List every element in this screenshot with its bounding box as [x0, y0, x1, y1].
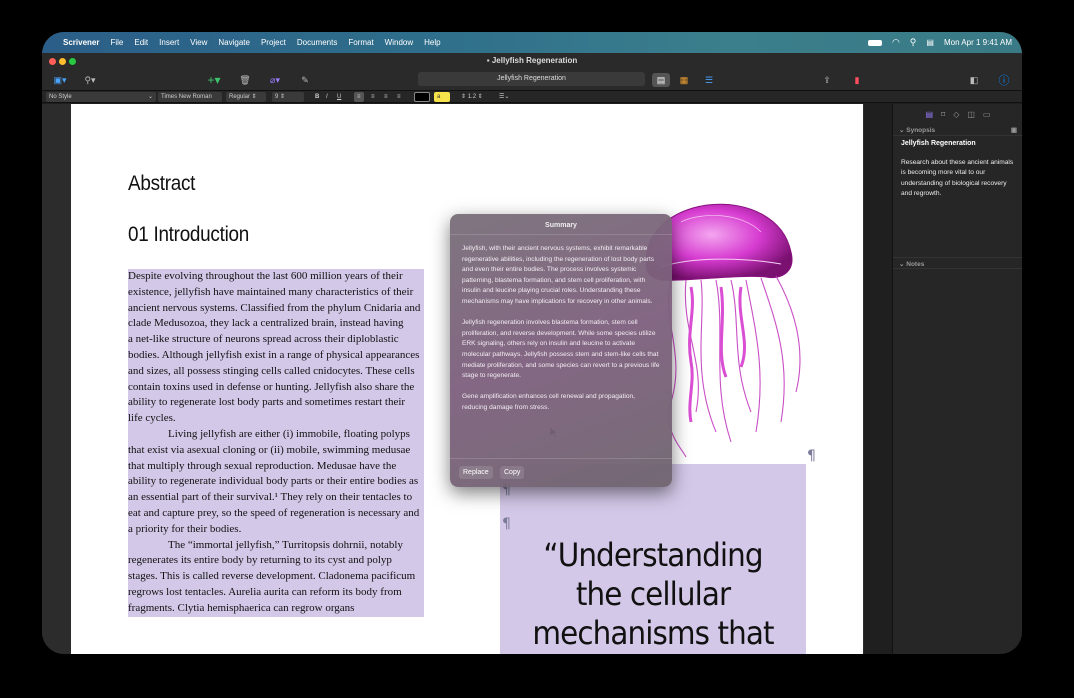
menubar: Scrivener File Edit Insert View Navigate… — [42, 32, 1022, 53]
line-spacing-select[interactable]: ⇕ 1.2 ⇕ — [458, 92, 486, 102]
quote-block[interactable]: “Understanding the cellular mechanisms t… — [500, 464, 806, 654]
pull-quote: “Understanding the cellular mechanisms t… — [532, 536, 774, 654]
menu-scrivener[interactable]: Scrivener — [63, 38, 99, 47]
image-toggle-icon[interactable]: ▣ — [1011, 126, 1017, 134]
text-color-swatch[interactable] — [414, 92, 430, 102]
menu-window[interactable]: Window — [385, 38, 413, 47]
menu-edit[interactable]: Edit — [134, 38, 148, 47]
bookmark-clip-icon[interactable]: ⌀▾ — [264, 73, 286, 87]
bookmarks-tab-icon[interactable]: ⌑ — [941, 110, 945, 122]
search-toolbar-icon[interactable]: ⚲▾ — [80, 73, 100, 87]
menu-file[interactable]: File — [110, 38, 123, 47]
inspector-icon[interactable]: ⓘ — [997, 73, 1011, 87]
format-bar: No Style ⌄ Times New Roman Regular ⇕ 9 ⇕ … — [42, 91, 1022, 103]
editor-margin — [864, 104, 892, 654]
size-value: 9 — [275, 94, 279, 100]
line-spacing-value: 1.2 — [467, 94, 477, 100]
share-icon[interactable]: ⇪ — [820, 73, 834, 87]
toolbar: ▣▾ ⚲▾ +▾ 🗑 ⌀▾ ✎ Jellyfish Regeneration ▤… — [42, 69, 1022, 91]
title-bar: ▪ Jellyfish Regeneration — [42, 53, 1022, 69]
menu-insert[interactable]: Insert — [159, 38, 179, 47]
notes-header[interactable]: ⌄ Notes — [893, 257, 1022, 269]
font-weight-select[interactable]: Regular ⇕ — [226, 92, 266, 102]
weight-value: Regular — [229, 94, 251, 100]
comments-tab-icon[interactable]: ▭ — [983, 110, 991, 122]
menu-view[interactable]: View — [190, 38, 207, 47]
battery-icon[interactable] — [867, 39, 882, 46]
summary-title: Summary — [545, 222, 577, 229]
paragraph: a net-like structure of neurons spread a… — [128, 333, 420, 409]
list-style-icon[interactable]: ☰⌄ — [496, 92, 512, 102]
editor-view-icon[interactable]: ▤ — [652, 73, 670, 87]
synopsis-header[interactable]: ⌄ Synopsis ▣ — [893, 126, 1022, 136]
synopsis-title[interactable]: Jellyfish Regeneration — [901, 140, 976, 147]
underline-button[interactable]: U — [334, 92, 344, 102]
replace-button[interactable]: Replace — [459, 466, 493, 479]
wifi-icon[interactable]: ◠ — [892, 37, 900, 48]
copy-button[interactable]: Copy — [500, 466, 525, 479]
align-right-icon[interactable]: ≡ — [381, 92, 391, 102]
heading-abstract: Abstract — [128, 172, 196, 195]
chevron-down-icon: ⌄ — [147, 94, 153, 100]
trash-icon[interactable]: 🗑 — [238, 73, 252, 87]
app-window: Scrivener File Edit Insert View Navigate… — [42, 32, 1022, 654]
highlight-color-swatch[interactable]: a — [434, 92, 450, 102]
paragraph: The “immortal jellyfish,” Turritopsis do… — [128, 538, 416, 614]
menu-help[interactable]: Help — [424, 38, 440, 47]
document-icon: ▪ — [486, 56, 490, 65]
bookmark-icon[interactable]: ▮ — [850, 73, 864, 87]
italic-button[interactable]: I — [323, 92, 331, 102]
align-justify-icon[interactable]: ≡ — [394, 92, 404, 102]
outliner-icon[interactable]: ☰ — [702, 73, 716, 87]
menu-project[interactable]: Project — [261, 38, 286, 47]
inspector-pane: ▤ ⌑ ◇ ◫ ▭ ⌄ Synopsis ▣ Jellyfish Regenera… — [892, 104, 1022, 654]
paragraph: life cycles. — [128, 412, 176, 425]
editor-pane: Abstract 01 Introduction Despite evolvin… — [42, 104, 892, 654]
bold-button[interactable]: B — [312, 92, 322, 102]
body-text-selection[interactable]: Despite evolving throughout the last 600… — [128, 269, 424, 617]
summary-paragraph: Jellyfish, with their ancient nervous sy… — [462, 245, 655, 305]
notes-label: Notes — [906, 261, 925, 268]
document-title-field[interactable]: Jellyfish Regeneration — [418, 72, 645, 86]
view-mode-icon[interactable]: ▣▾ — [50, 73, 70, 87]
pilcrow-mark: ¶ — [502, 516, 511, 532]
window-title: Jellyfish Regeneration — [491, 56, 578, 65]
notes-tab-icon[interactable]: ▤ — [926, 110, 934, 122]
synopsis-text[interactable]: Research about these ancient animals is … — [901, 158, 1015, 200]
menubar-clock[interactable]: Mon Apr 1 9:41 AM — [944, 38, 1012, 47]
heading-introduction: 01 Introduction — [128, 223, 249, 246]
summary-paragraph: Jellyfish regeneration involves blastema… — [462, 319, 660, 380]
style-value: No Style — [49, 94, 72, 100]
paragraph: Living jellyfish are either (i) immobile… — [128, 427, 420, 535]
control-center-icon[interactable]: ▤ — [926, 38, 934, 47]
paragraph: Despite evolving throughout the last 600… — [128, 270, 421, 330]
font-family-select[interactable]: Times New Roman — [158, 92, 222, 102]
compose-mode-icon[interactable]: ◧ — [967, 73, 981, 87]
corkboard-icon[interactable]: ▦ — [677, 73, 691, 87]
summary-popover: Summary Jellyfish, with their ancient ne… — [450, 214, 672, 487]
synopsis-label: Synopsis — [906, 127, 936, 134]
snapshots-tab-icon[interactable]: ◫ — [967, 110, 975, 122]
align-left-icon[interactable]: ≡ — [354, 92, 364, 102]
menu-documents[interactable]: Documents — [297, 38, 337, 47]
inspector-tabs: ▤ ⌑ ◇ ◫ ▭ — [893, 110, 1022, 122]
paragraph-style-select[interactable]: No Style ⌄ — [46, 92, 156, 102]
highlight-letter: a — [437, 94, 441, 100]
document-page[interactable]: Abstract 01 Introduction Despite evolvin… — [71, 104, 863, 654]
menu-format[interactable]: Format — [348, 38, 373, 47]
summary-body: Jellyfish, with their ancient nervous sy… — [462, 244, 660, 424]
edit-icon[interactable]: ✎ — [298, 73, 312, 87]
add-document-icon[interactable]: +▾ — [204, 73, 224, 87]
search-icon[interactable]: ⚲ — [910, 37, 917, 48]
pilcrow-mark: ¶ — [807, 448, 816, 464]
summary-paragraph: Gene amplification enhances cell renewal… — [462, 393, 636, 411]
align-center-icon[interactable]: ≡ — [368, 92, 378, 102]
metadata-tab-icon[interactable]: ◇ — [953, 110, 959, 122]
font-size-select[interactable]: 9 ⇕ — [272, 92, 304, 102]
menu-navigate[interactable]: Navigate — [218, 38, 250, 47]
font-value: Times New Roman — [161, 94, 212, 100]
